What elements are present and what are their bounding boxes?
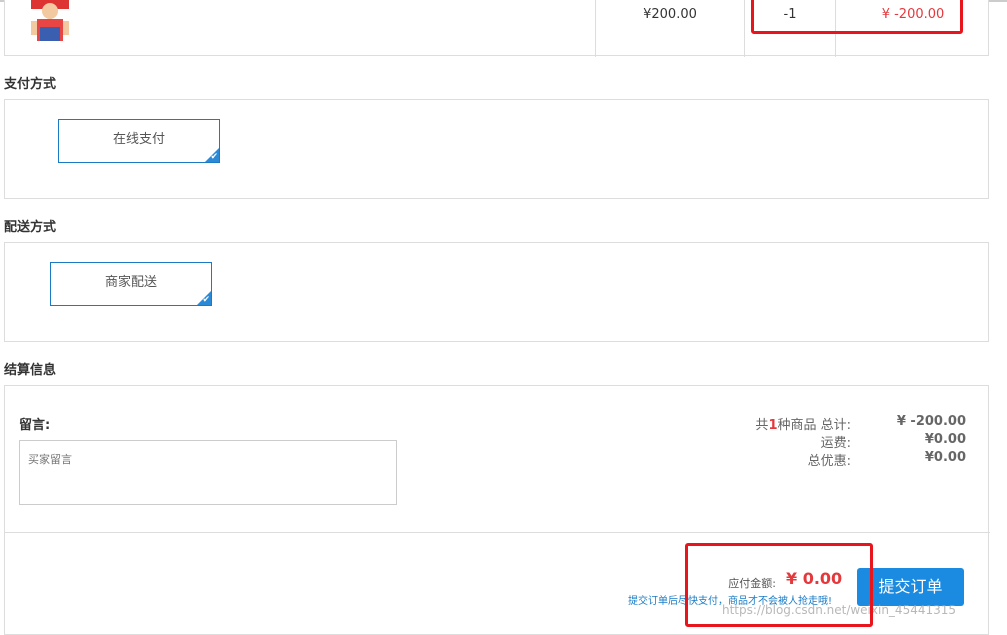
count-suffix: 种商品 总计: <box>777 418 851 433</box>
payment-panel: 在线支付 ✔ <box>4 99 989 199</box>
item-count-summary: 共1种商品 总计: <box>705 414 851 433</box>
message-label: 留言: <box>19 418 51 433</box>
settlement-title: 结算信息 <box>4 363 57 378</box>
discount-label: 总优惠: <box>807 454 851 469</box>
shipping-label: 运费: <box>820 436 851 451</box>
delivery-title: 配送方式 <box>4 220 57 235</box>
merchant-delivery-option[interactable]: 商家配送 ✔ <box>50 262 212 306</box>
payment-title: 支付方式 <box>4 77 57 92</box>
merchant-delivery-label: 商家配送 <box>104 275 157 290</box>
online-payment-option[interactable]: 在线支付 ✔ <box>58 119 220 163</box>
shipping-value: ¥0.00 <box>924 432 966 447</box>
buyer-message-input[interactable] <box>19 440 397 505</box>
total-value: ¥ -200.00 <box>896 414 966 429</box>
highlight-frame <box>685 543 873 627</box>
delivery-panel: 商家配送 ✔ <box>4 242 989 342</box>
online-payment-label: 在线支付 <box>112 132 165 147</box>
product-image[interactable] <box>27 0 73 41</box>
checkmark-icon: ✔ <box>202 295 210 305</box>
product-thumbnail-icon <box>31 0 69 41</box>
count-prefix: 共 <box>755 418 769 433</box>
submit-order-button[interactable]: 提交订单 <box>857 568 964 606</box>
summary-divider <box>5 532 990 533</box>
checkmark-icon: ✔ <box>210 152 218 162</box>
highlight-frame <box>751 0 963 34</box>
discount-value: ¥0.00 <box>924 450 966 465</box>
unit-price: ¥200.00 <box>643 7 697 22</box>
